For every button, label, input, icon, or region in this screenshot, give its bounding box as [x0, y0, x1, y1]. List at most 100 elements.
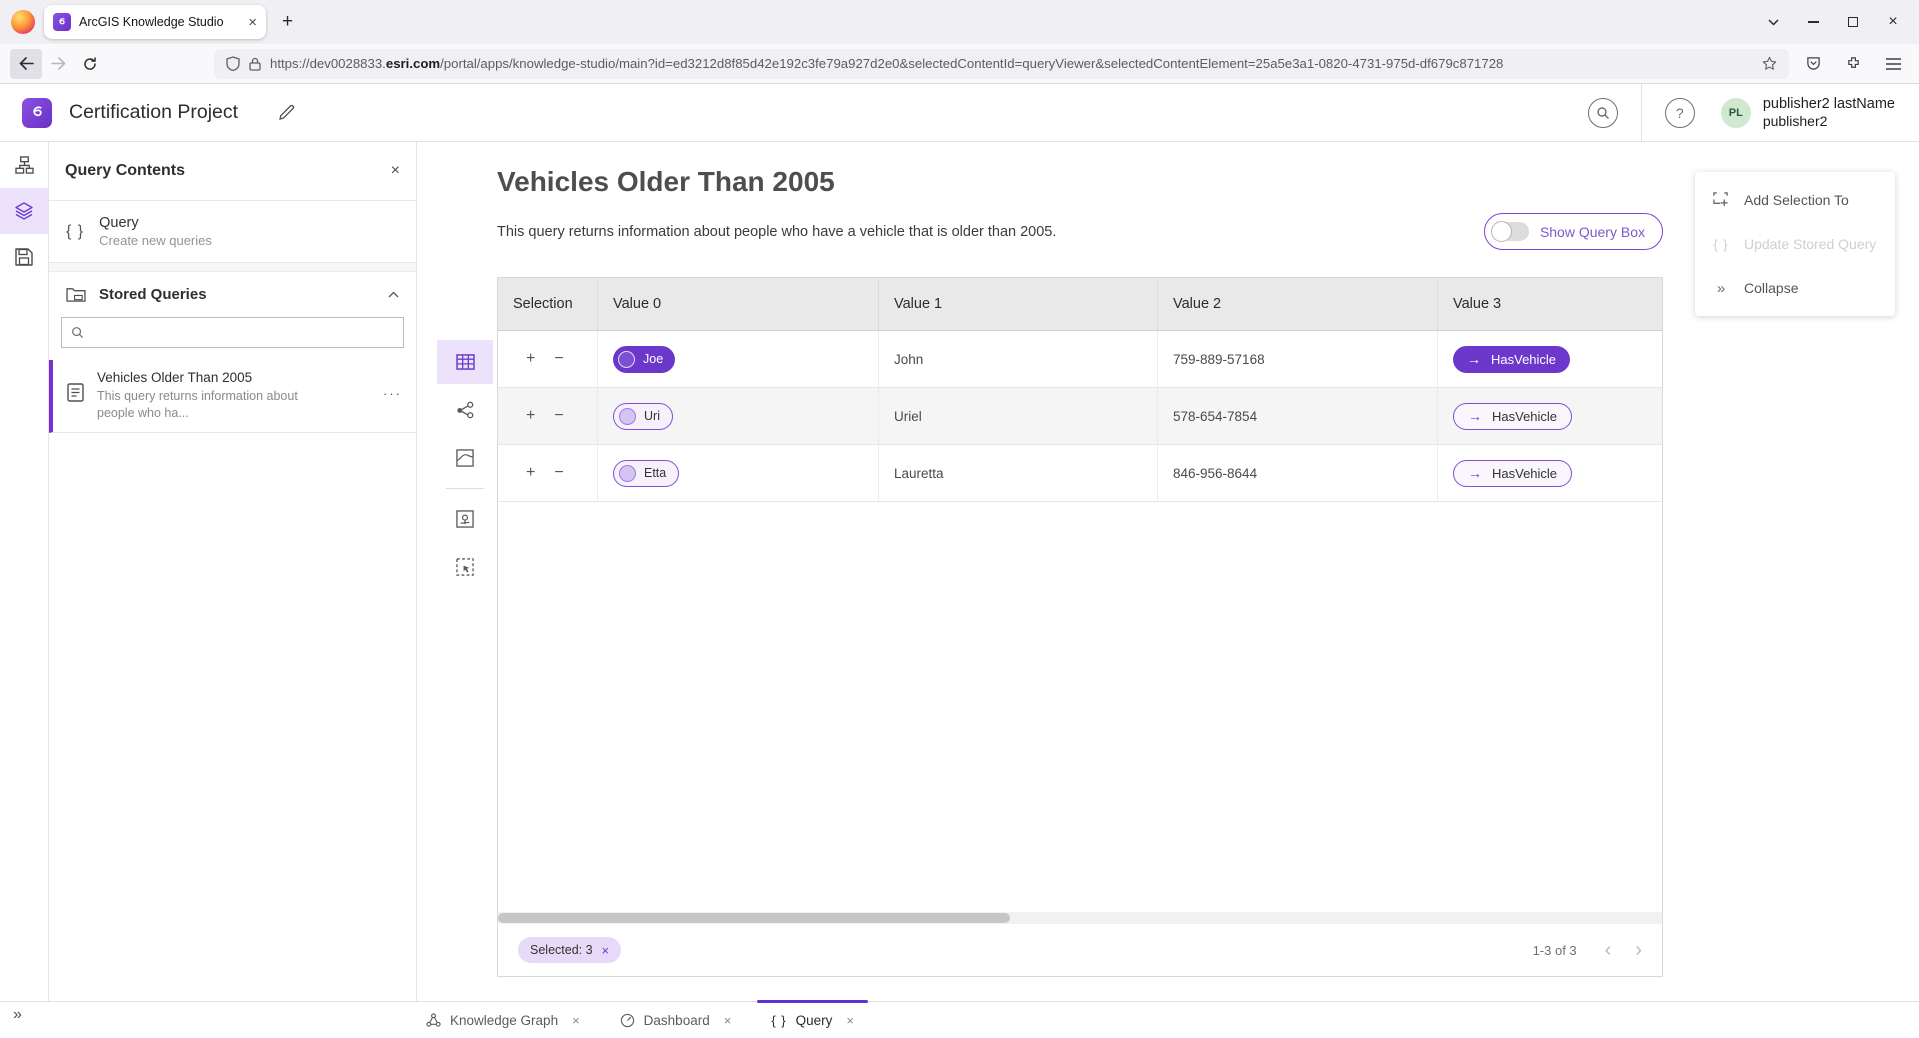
horizontal-scrollbar[interactable]: [498, 912, 1662, 924]
back-button[interactable]: [10, 49, 42, 79]
search-icon[interactable]: [1588, 98, 1618, 128]
relationship-pill[interactable]: →HasVehicle: [1453, 403, 1572, 430]
add-to-selection-icon[interactable]: +: [526, 407, 535, 425]
tab-knowledge-graph[interactable]: Knowledge Graph ×: [424, 1002, 582, 1038]
cell-value1[interactable]: John: [879, 331, 1158, 387]
cell-value1[interactable]: Lauretta: [879, 445, 1158, 501]
save-to-pocket-icon[interactable]: [1797, 49, 1829, 79]
search-input[interactable]: [91, 325, 394, 340]
user-username: publisher2: [1763, 113, 1895, 130]
relationship-pill[interactable]: →HasVehicle: [1453, 460, 1572, 487]
page-next-icon[interactable]: ›: [1635, 940, 1642, 960]
remove-from-selection-icon[interactable]: −: [554, 350, 563, 368]
col-value0[interactable]: Value 0: [598, 278, 879, 330]
col-value2[interactable]: Value 2: [1158, 278, 1438, 330]
map-view-icon[interactable]: [437, 436, 493, 480]
menu-item-add-selection-to[interactable]: Add Selection To: [1695, 178, 1895, 222]
restore-button[interactable]: [1833, 5, 1873, 39]
contents-layers-icon[interactable]: [0, 188, 48, 234]
tab-close-icon[interactable]: ×: [248, 15, 257, 30]
selected-count-chip[interactable]: Selected: 3 ×: [518, 937, 621, 963]
add-to-map-icon[interactable]: [437, 497, 493, 541]
reload-button[interactable]: [74, 49, 106, 79]
col-value3[interactable]: Value 3: [1438, 278, 1662, 330]
table-view-icon[interactable]: [437, 340, 493, 384]
relationship-pill[interactable]: →HasVehicle: [1453, 346, 1570, 373]
help-icon[interactable]: ?: [1665, 98, 1695, 128]
add-to-selection-icon[interactable]: +: [526, 350, 535, 368]
close-tab-icon[interactable]: ×: [846, 1013, 854, 1028]
selection-tools-icon[interactable]: [437, 545, 493, 589]
close-window-button[interactable]: ×: [1873, 5, 1913, 39]
data-model-icon[interactable]: [0, 142, 48, 188]
knowledge-graph-icon: [426, 1013, 441, 1028]
menu-hamburger-icon[interactable]: [1877, 49, 1909, 79]
item-options-icon[interactable]: ···: [383, 386, 402, 401]
remove-from-selection-icon[interactable]: −: [554, 407, 563, 425]
avatar[interactable]: PL: [1721, 98, 1751, 128]
extensions-icon[interactable]: [1837, 49, 1869, 79]
menu-item-collapse[interactable]: » Collapse: [1695, 266, 1895, 310]
url-bar[interactable]: https://dev0028833.esri.com/portal/apps/…: [214, 49, 1789, 79]
stored-queries-header[interactable]: Stored Queries: [49, 272, 416, 316]
cell-value2[interactable]: 846-956-8644: [1158, 445, 1438, 501]
entity-dot-icon: [619, 465, 636, 482]
add-to-selection-icon[interactable]: +: [526, 464, 535, 482]
entity-pill[interactable]: Uri: [613, 403, 673, 430]
screen: ArcGIS Knowledge Studio × + ×: [0, 0, 1919, 1038]
list-all-tabs-icon[interactable]: [1753, 5, 1793, 39]
forward-button[interactable]: [42, 49, 74, 79]
close-tab-icon[interactable]: ×: [572, 1013, 580, 1028]
scrollbar-thumb[interactable]: [498, 913, 1010, 923]
cell-value2[interactable]: 578-654-7854: [1158, 388, 1438, 444]
stored-queries-search[interactable]: [61, 317, 404, 348]
table-row[interactable]: + − Uri Uriel 578-654-7854 →HasVehicle: [498, 388, 1662, 445]
new-tab-button[interactable]: +: [282, 11, 293, 33]
cell-value1[interactable]: Uriel: [879, 388, 1158, 444]
page-previous-icon[interactable]: ‹: [1605, 940, 1612, 960]
browser-tab-title: ArcGIS Knowledge Studio: [79, 15, 240, 29]
options-context-menu: Add Selection To { } Update Stored Query…: [1695, 172, 1895, 316]
url-text: https://dev0028833.esri.com/portal/apps/…: [270, 56, 1753, 71]
firefox-view-icon[interactable]: [11, 10, 35, 34]
save-icon[interactable]: [0, 234, 48, 280]
clear-selection-icon[interactable]: ×: [602, 943, 610, 958]
bookmark-star-icon[interactable]: [1762, 56, 1777, 71]
browser-tabstrip: ArcGIS Knowledge Studio × + ×: [0, 0, 1919, 44]
user-info[interactable]: publisher2 lastName publisher2: [1763, 96, 1895, 130]
user-name: publisher2 lastName: [1763, 96, 1895, 113]
browser-tab[interactable]: ArcGIS Knowledge Studio ×: [44, 5, 266, 39]
stored-queries-search-row: [49, 316, 416, 360]
expand-panel-icon[interactable]: »: [13, 1006, 22, 1024]
add-selection-icon: [1712, 192, 1730, 208]
pagination-range: 1-3 of 3: [1533, 943, 1577, 958]
col-selection[interactable]: Selection: [498, 278, 598, 330]
page-title: Vehicles Older Than 2005: [497, 166, 835, 198]
menu-item-update-stored-query[interactable]: { } Update Stored Query: [1695, 222, 1895, 266]
toggle-switch[interactable]: [1492, 222, 1529, 241]
table-row[interactable]: + − Joe John 759-889-57168 →HasVehicle: [498, 331, 1662, 388]
close-tab-icon[interactable]: ×: [724, 1013, 732, 1028]
tab-dashboard[interactable]: Dashboard ×: [618, 1002, 734, 1038]
left-rail: [0, 142, 49, 1001]
edit-title-icon[interactable]: [278, 104, 295, 121]
tab-query[interactable]: { } Query ×: [769, 1002, 856, 1038]
stored-query-item[interactable]: Vehicles Older Than 2005 This query retu…: [49, 360, 416, 433]
minimize-button[interactable]: [1793, 5, 1833, 39]
entity-pill[interactable]: Joe: [613, 346, 675, 373]
table-row[interactable]: + − Etta Lauretta 846-956-8644 →HasVehic…: [498, 445, 1662, 502]
tracking-shield-icon[interactable]: [226, 56, 240, 71]
app-logo-icon: [22, 98, 52, 128]
query-create-item[interactable]: { } Query Create new queries: [49, 201, 416, 263]
show-query-box-toggle[interactable]: Show Query Box: [1484, 213, 1663, 250]
cell-value2[interactable]: 759-889-57168: [1158, 331, 1438, 387]
panel-close-icon[interactable]: ×: [391, 162, 400, 180]
link-chart-view-icon[interactable]: [437, 388, 493, 432]
app-favicon-icon: [53, 13, 71, 31]
entity-pill[interactable]: Etta: [613, 460, 679, 487]
remove-from-selection-icon[interactable]: −: [554, 464, 563, 482]
navbar-right-icons: [1797, 49, 1909, 79]
lock-icon[interactable]: [249, 57, 261, 71]
col-value1[interactable]: Value 1: [879, 278, 1158, 330]
chevron-up-icon[interactable]: [388, 291, 399, 298]
